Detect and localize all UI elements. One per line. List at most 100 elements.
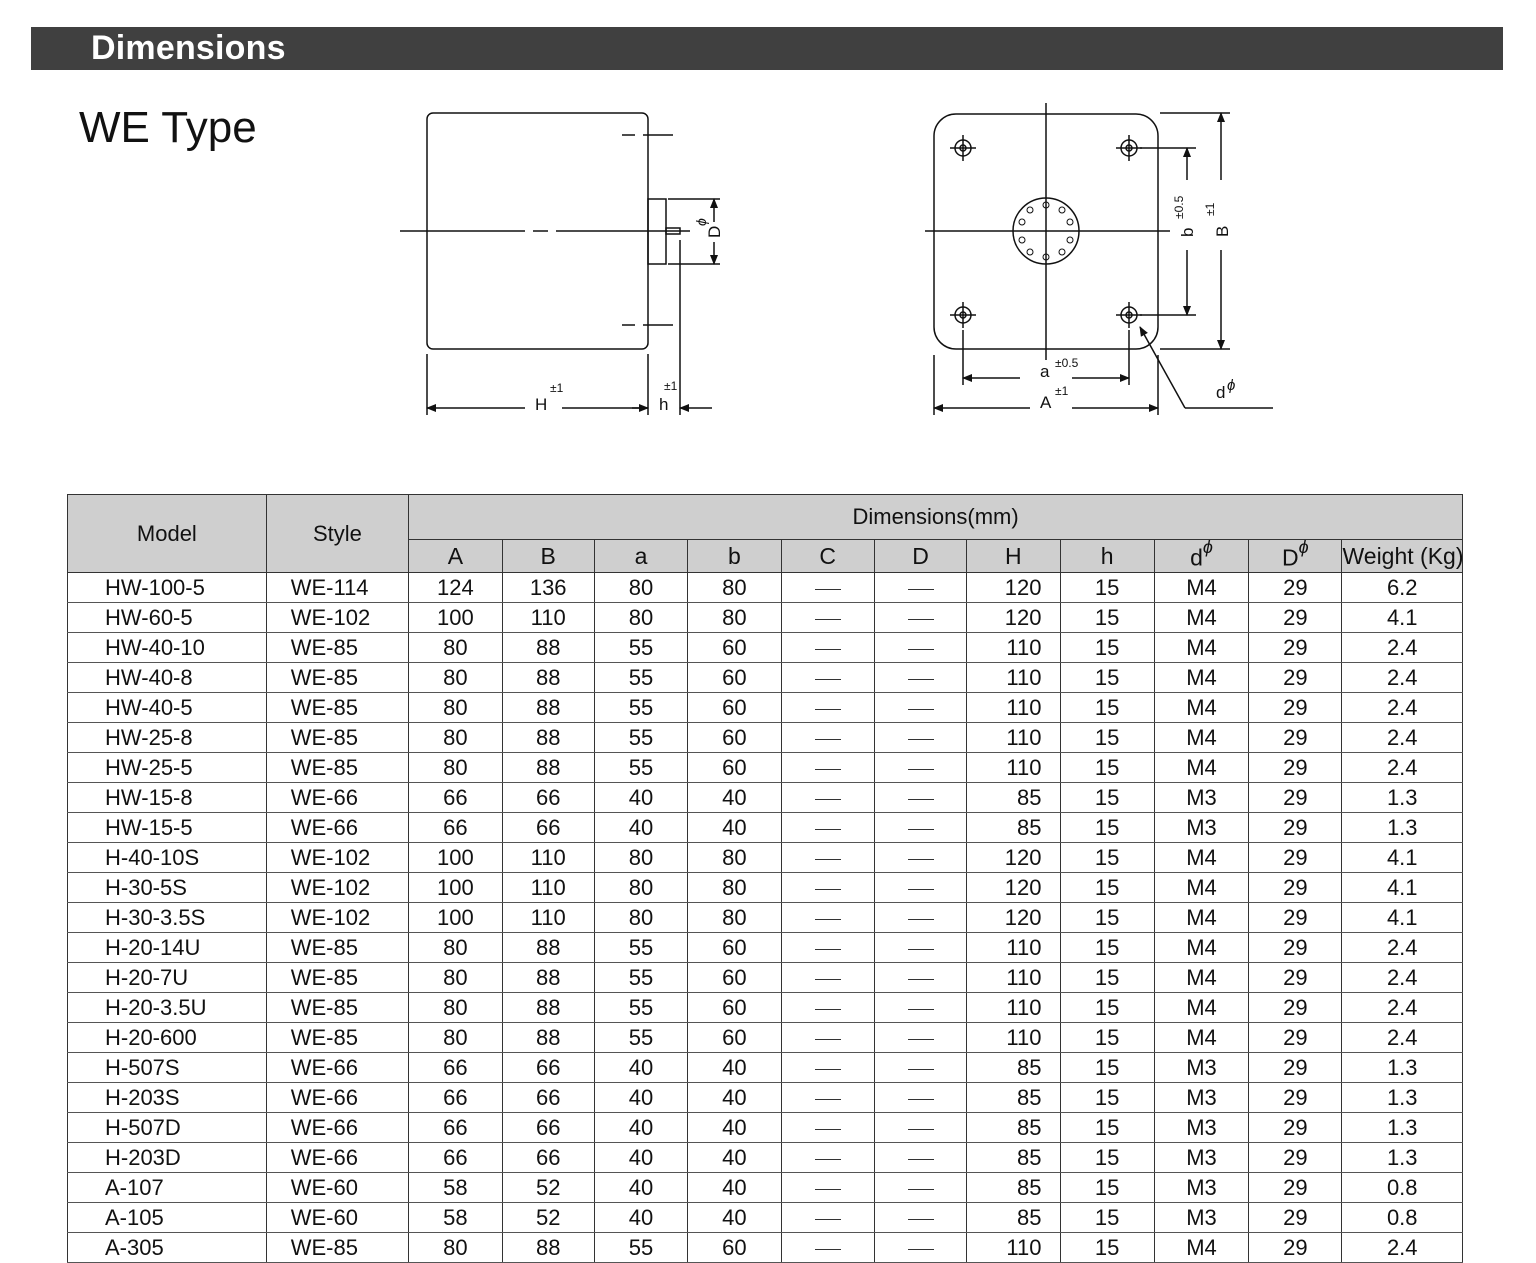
table-row: HW-100-5 WE-114 124 136 80 80 120 15 M4 29 6.2 (67, 572, 1463, 603)
cell-d: M4 (1153, 722, 1250, 753)
col-header-weight: Weight (Kg) (1341, 539, 1463, 573)
cell-c (780, 722, 875, 753)
cell-a: 80 (593, 572, 689, 603)
empty-dash (907, 648, 934, 650)
cell-a: 80 (408, 662, 503, 693)
cell-a: 100 (408, 602, 503, 633)
cell-d (873, 1172, 968, 1203)
cell-h: 15 (1059, 962, 1155, 993)
cell-b: 60 (687, 932, 782, 963)
cell-b: 88 (501, 752, 595, 783)
cell-model: H-30-5S (67, 872, 267, 903)
cell-b: 88 (501, 632, 595, 663)
cell-a: 58 (408, 1202, 503, 1233)
cell-model: A-107 (67, 1172, 267, 1203)
label-D-phi: ϕ (693, 218, 709, 226)
cell-weight: 4.1 (1341, 902, 1463, 933)
cell-d (873, 842, 968, 873)
cell-c (780, 842, 875, 873)
empty-dash (814, 978, 841, 980)
front-view-drawing (925, 103, 1273, 415)
cell-style: WE-114 (265, 572, 410, 603)
cell-weight: 2.4 (1341, 722, 1463, 753)
empty-dash (814, 1188, 841, 1190)
cell-h: 15 (1059, 752, 1155, 783)
label-B: B (1213, 226, 1232, 237)
empty-dash (814, 1128, 841, 1130)
cell-b: 52 (501, 1172, 595, 1203)
cell-d (873, 692, 968, 723)
cell-d: M3 (1153, 782, 1250, 813)
cell-a: 55 (593, 1022, 689, 1053)
cell-h: 15 (1059, 812, 1155, 843)
cell-c (780, 572, 875, 603)
cell-b: 88 (501, 692, 595, 723)
empty-dash (907, 1188, 934, 1190)
empty-dash (907, 828, 934, 830)
label-A: A (1040, 393, 1052, 412)
cell-weight: 0.8 (1341, 1172, 1463, 1203)
cell-h: 85 (966, 1202, 1061, 1233)
cell-h: 15 (1059, 602, 1155, 633)
cell-a: 80 (408, 692, 503, 723)
empty-dash (907, 888, 934, 890)
cell-h: 110 (966, 932, 1061, 963)
cell-d: M3 (1153, 1052, 1250, 1083)
cell-style: WE-66 (265, 812, 410, 843)
table-row: H-20-600 WE-85 80 88 55 60 110 15 M4 29 2.4 (67, 1022, 1463, 1053)
cell-a: 58 (408, 1172, 503, 1203)
cell-h: 120 (966, 842, 1061, 873)
cell-weight: 2.4 (1341, 692, 1463, 723)
table-row: HW-40-10 WE-85 80 88 55 60 110 15 M4 29 2.4 (67, 632, 1463, 663)
cell-b: 40 (687, 1112, 782, 1143)
cell-weight: 4.1 (1341, 842, 1463, 873)
cell-style: WE-66 (265, 1052, 410, 1083)
cell-model: H-20-14U (67, 932, 267, 963)
label-h-tol: ±1 (664, 379, 678, 393)
cell-b: 60 (687, 1022, 782, 1053)
cell-d (873, 872, 968, 903)
cell-b: 60 (687, 1232, 782, 1263)
dimension-drawings: H ±1 h ±1 D ϕ a ±0.5 A ±1 b ±0.5 B ±1 d … (400, 103, 1273, 415)
cell-b: 88 (501, 992, 595, 1023)
empty-dash (907, 858, 934, 860)
cell-b: 60 (687, 632, 782, 663)
label-H-tol: ±1 (550, 381, 564, 395)
empty-dash (907, 1008, 934, 1010)
cell-dphi: 29 (1248, 1022, 1343, 1053)
cell-weight: 4.1 (1341, 872, 1463, 903)
cell-style: WE-85 (265, 692, 410, 723)
cell-h: 15 (1059, 692, 1155, 723)
table-body: HW-100-5 WE-114 124 136 80 80 120 15 M4 29 6.2 HW-6… (67, 572, 1463, 1263)
empty-dash (814, 948, 841, 950)
cell-style: WE-66 (265, 782, 410, 813)
cell-a: 100 (408, 872, 503, 903)
cell-d: M4 (1153, 602, 1250, 633)
cell-a: 80 (408, 932, 503, 963)
cell-style: WE-102 (265, 902, 410, 933)
cell-style: WE-85 (265, 992, 410, 1023)
table-row: HW-15-5 WE-66 66 66 40 40 85 15 M3 29 1.3 (67, 812, 1463, 843)
cell-dphi: 29 (1248, 632, 1343, 663)
cell-h: 85 (966, 1112, 1061, 1143)
cell-h: 15 (1059, 1202, 1155, 1233)
cell-h: 110 (966, 1232, 1061, 1263)
cell-h: 110 (966, 1022, 1061, 1053)
label-b-tol: ±0.5 (1172, 195, 1186, 219)
cell-a: 55 (593, 992, 689, 1023)
cell-dphi: 29 (1248, 992, 1343, 1023)
cell-b: 60 (687, 962, 782, 993)
table-row: HW-25-5 WE-85 80 88 55 60 110 15 M4 29 2.4 (67, 752, 1463, 783)
empty-dash (814, 1038, 841, 1040)
header-dimensions-group: Dimensions(mm) (408, 494, 1463, 540)
cell-a: 66 (408, 1142, 503, 1173)
cell-h: 85 (966, 782, 1061, 813)
table-row: H-20-7U WE-85 80 88 55 60 110 15 M4 29 2.4 (67, 962, 1463, 993)
cell-h: 15 (1059, 872, 1155, 903)
cell-c (780, 1232, 875, 1263)
cell-b: 40 (687, 1142, 782, 1173)
cell-d (873, 632, 968, 663)
cell-dphi: 29 (1248, 752, 1343, 783)
cell-h: 15 (1059, 1082, 1155, 1113)
cell-d: M3 (1153, 1172, 1250, 1203)
